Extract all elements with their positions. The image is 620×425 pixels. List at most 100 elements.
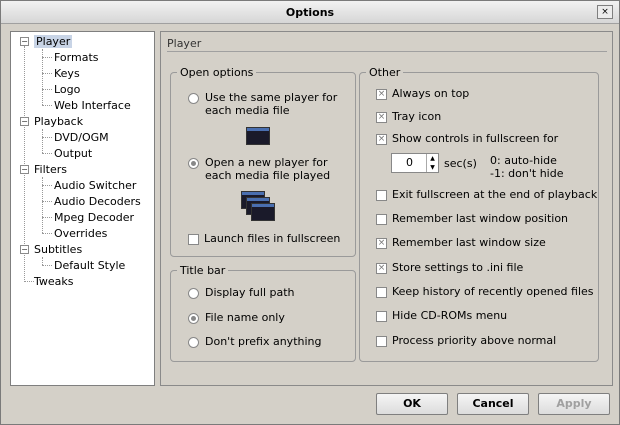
tree-item-overrides[interactable]: Overrides [54,227,107,240]
seconds-unit-label: sec(s) [444,157,477,170]
spin-down-icon[interactable]: ▼ [427,163,438,172]
checkbox-indicator [376,214,387,225]
checkbox-label: Keep history of recently opened files [392,285,594,298]
tree-line [42,89,52,90]
tree-line [42,265,52,266]
group-title: Title bar [177,264,229,277]
checkbox-indicator: × [376,238,387,249]
radio-indicator [188,337,199,348]
radio-indicator [188,158,199,169]
checkbox-label: Hide CD-ROMs menu [392,309,508,322]
checkbox-label: Store settings to .ini file [392,261,524,274]
tree-line [42,73,52,74]
checkbox-label: Tray icon [392,110,442,123]
tree-item-filters[interactable]: Filters [34,163,67,176]
spinner-value: 0 [406,156,413,169]
tree-item-tweaks[interactable]: Tweaks [34,275,74,288]
radio-label: Use the same player for each media file [205,91,337,117]
title-bar-group: Title bar Display full path File name on… [170,264,356,362]
radio-label: Don't prefix anything [205,335,322,348]
checkbox-label: Exit fullscreen at the end of playback [392,188,598,201]
display-full-path-radio[interactable]: Display full path [188,286,295,299]
always-on-top-checkbox[interactable]: × Always on top [376,87,469,100]
radio-indicator [188,288,199,299]
tree-item-keys[interactable]: Keys [54,67,80,80]
tree-line [42,257,43,265]
checkbox-indicator: × [376,134,387,145]
panel-title: Player [167,37,607,52]
ok-button[interactable]: OK [376,393,448,415]
tree-item-subtitles[interactable]: Subtitles [34,243,82,256]
checkbox-indicator [376,287,387,298]
checkbox-label: Remember last window size [392,236,546,249]
tree-line [42,153,52,154]
new-player-radio[interactable]: Open a new player for each media file pla… [188,156,330,182]
tree-item-mpeg-decoder[interactable]: Mpeg Decoder [54,211,134,224]
tree-item-audio-switcher[interactable]: Audio Switcher [54,179,136,192]
remember-size-checkbox[interactable]: × Remember last window size [376,236,546,249]
auto-hide-hint: 0: auto-hide [490,154,557,167]
fullscreen-controls-seconds-spinner[interactable]: 0 ▲ ▼ [391,153,439,173]
tree-item-web-interface[interactable]: Web Interface [54,99,131,112]
checkbox-indicator: × [376,263,387,274]
keep-history-checkbox[interactable]: Keep history of recently opened files [376,285,594,298]
tree-item-formats[interactable]: Formats [54,51,99,64]
window-title: Options [285,6,335,19]
title-bar: Options × [1,1,619,24]
checkbox-label: Always on top [392,87,470,100]
label-line: each media file [205,104,290,117]
collapse-icon[interactable]: − [20,37,29,46]
tree-item-dvd-ogm[interactable]: DVD/OGM [54,131,109,144]
show-controls-fullscreen-checkbox[interactable]: × Show controls in fullscreen for [376,132,558,145]
launch-fullscreen-checkbox[interactable]: Launch files in fullscreen [188,232,340,245]
collapse-icon[interactable]: − [20,165,29,174]
tray-icon-checkbox[interactable]: × Tray icon [376,110,441,123]
tree-item-audio-decoders[interactable]: Audio Decoders [54,195,141,208]
checkbox-indicator: × [376,89,387,100]
checkbox-indicator [376,311,387,322]
tree-line [42,217,52,218]
options-window: Options × − Player Formats Keys Logo Web… [0,0,620,425]
checkbox-label: Remember last window position [392,212,569,225]
tree-item-player[interactable]: Player [34,35,73,48]
tree-line [24,281,34,282]
remember-position-checkbox[interactable]: Remember last window position [376,212,568,225]
radio-indicator [188,313,199,324]
process-priority-checkbox[interactable]: Process priority above normal [376,334,556,347]
tree-line [42,201,52,202]
cancel-button[interactable]: Cancel [457,393,529,415]
apply-button[interactable]: Apply [538,393,610,415]
tree-item-default-style[interactable]: Default Style [54,259,125,272]
hide-cdrom-menu-checkbox[interactable]: Hide CD-ROMs menu [376,309,507,322]
label-line: Open a new player for [205,156,328,169]
tree-line [42,137,52,138]
group-title: Open options [177,66,257,79]
tree-line [42,233,52,234]
radio-label: Display full path [205,286,295,299]
tree-item-output[interactable]: Output [54,147,92,160]
tree-line [42,129,43,153]
tree-item-label: Player [34,35,73,48]
checkbox-indicator [188,234,199,245]
tree-item-playback[interactable]: Playback [34,115,83,128]
file-name-only-radio[interactable]: File name only [188,311,285,324]
spinner-arrows[interactable]: ▲ ▼ [426,154,438,172]
category-tree: − Player Formats Keys Logo Web Interface… [10,31,155,386]
radio-indicator [188,93,199,104]
dont-prefix-radio[interactable]: Don't prefix anything [188,335,322,348]
store-ini-checkbox[interactable]: × Store settings to .ini file [376,261,523,274]
same-player-radio[interactable]: Use the same player for each media file [188,91,337,117]
collapse-icon[interactable]: − [20,245,29,254]
checkbox-indicator [376,190,387,201]
close-icon[interactable]: × [597,5,613,19]
dont-hide-hint: -1: don't hide [490,167,564,180]
radio-label: Open a new player for each media file pla… [205,156,330,182]
collapse-icon[interactable]: − [20,117,29,126]
multi-window-icon [251,203,275,221]
settings-panel: Player Open options Use the same player … [160,31,613,386]
checkbox-label: Launch files in fullscreen [204,232,341,245]
exit-fullscreen-checkbox[interactable]: Exit fullscreen at the end of playback [376,188,597,201]
open-options-group: Open options Use the same player for each… [170,66,356,257]
spin-up-icon[interactable]: ▲ [427,154,438,163]
tree-item-logo[interactable]: Logo [54,83,80,96]
